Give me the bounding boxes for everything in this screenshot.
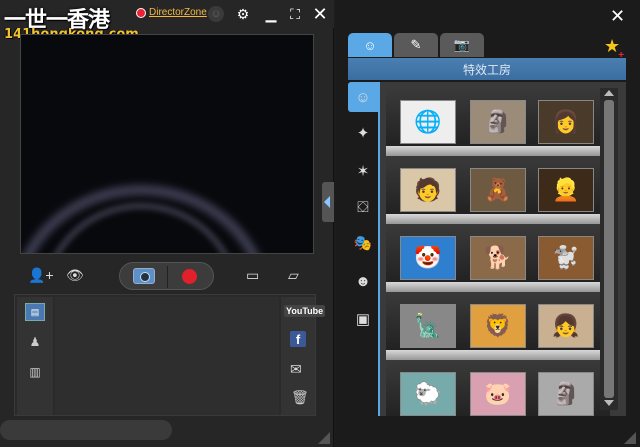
effect-thumbnail[interactable]: 👧 xyxy=(538,304,594,348)
category-magic-icon[interactable]: ✦ xyxy=(348,118,378,148)
effect-thumbnail[interactable]: 🐑 xyxy=(400,372,456,416)
scroll-down-icon[interactable] xyxy=(604,400,614,406)
share-bar: YouTube f ✉ 🗑 xyxy=(281,297,326,415)
category-emoticon-icon[interactable]: ☻ xyxy=(348,266,378,296)
effect-thumbnail[interactable]: 🗿 xyxy=(470,100,526,144)
close-icon[interactable]: ✕ xyxy=(311,4,329,24)
effect-thumbnail[interactable]: 🦁 xyxy=(470,304,526,348)
effects-studio-title: 特效工房 xyxy=(348,58,626,80)
shelf-grid: 🌐 🗿 👩 🧑 🧸 👱 🤡 🐕 🐩 🗽 🦁 👧 🐑 🐷 🗿 xyxy=(386,88,610,416)
minimize-icon[interactable]: ▁ xyxy=(262,5,280,23)
capture-controls xyxy=(119,262,214,290)
directorzone-label: DirectorZone xyxy=(149,7,207,18)
account-icon[interactable]: ☺ xyxy=(208,6,224,22)
effect-thumbnail[interactable]: 👱 xyxy=(538,168,594,212)
eraser-icon[interactable]: ▱ xyxy=(288,266,299,284)
effect-thumbnail[interactable]: 🌐 xyxy=(400,100,456,144)
effect-thumbnail[interactable]: 🤡 xyxy=(400,236,456,280)
category-screen-icon[interactable]: ▣ xyxy=(348,304,378,334)
effects-resize-grip[interactable] xyxy=(624,432,636,444)
app-root: 一世一香港 141hongkong.com DirectorZone ☺ ⚙ ▁… xyxy=(0,0,640,447)
facebook-icon[interactable]: f xyxy=(290,331,306,347)
mail-icon[interactable]: ✉ xyxy=(290,361,302,378)
media-tray: ▤ ♟ ▥ YouTube f ✉ 🗑 xyxy=(14,294,326,416)
category-face-icon[interactable]: ☺ xyxy=(348,82,378,112)
tab-effects[interactable]: ☺ xyxy=(348,33,392,57)
effect-thumbnail[interactable]: 👩 xyxy=(538,100,594,144)
eye-icon[interactable]: 👁 xyxy=(66,266,84,284)
favorite-add-icon[interactable]: ★ xyxy=(604,36,624,61)
filmstrip-icon[interactable]: ▥ xyxy=(25,363,45,381)
horizontal-scrollbar[interactable] xyxy=(0,420,172,440)
scroll-thumb[interactable] xyxy=(604,100,614,398)
shelf-row: 🗽 🦁 👧 xyxy=(386,292,610,362)
category-mask-icon[interactable]: 🎭 xyxy=(348,228,378,258)
effects-close-icon[interactable]: ✕ xyxy=(610,6,625,27)
effect-thumbnail[interactable]: 🗿 xyxy=(538,372,594,416)
effect-thumbnail[interactable]: 🧑 xyxy=(400,168,456,212)
effect-thumbnail[interactable]: 🐷 xyxy=(470,372,526,416)
effects-scrollbar[interactable] xyxy=(600,88,618,410)
effect-thumbnail[interactable]: 🐩 xyxy=(538,236,594,280)
effect-thumbnail[interactable]: 🐕 xyxy=(470,236,526,280)
add-user-icon[interactable]: 👤+ xyxy=(28,266,54,284)
camera-preview xyxy=(20,34,314,254)
title-bar: 一世一香港 141hongkong.com DirectorZone ☺ ⚙ ▁… xyxy=(0,0,334,42)
maximize-icon[interactable]: ⛶ xyxy=(286,5,304,23)
shelf-row: 🤡 🐕 🐩 xyxy=(386,224,610,294)
shelf-row: 🌐 🗿 👩 xyxy=(386,88,610,158)
webcam-panel: 一世一香港 141hongkong.com DirectorZone ☺ ⚙ ▁… xyxy=(0,0,334,447)
person-icon[interactable]: ♟ xyxy=(25,333,45,351)
tab-camera[interactable]: 📷 xyxy=(440,33,484,57)
shelf-row: 🧑 🧸 👱 xyxy=(386,156,610,226)
monitor-icon[interactable]: ▭ xyxy=(246,266,259,284)
trash-icon[interactable]: 🗑 xyxy=(291,389,309,406)
resize-grip[interactable] xyxy=(318,432,330,444)
tab-draw[interactable]: ✎ xyxy=(394,33,438,57)
gear-icon[interactable]: ⚙ xyxy=(234,5,252,23)
shelf-row: 🐑 🐷 🗿 xyxy=(386,360,610,416)
category-splash-icon[interactable]: ✶ xyxy=(348,156,378,186)
effects-shelf: 🌐 🗿 👩 🧑 🧸 👱 🤡 🐕 🐩 🗽 🦁 👧 🐑 🐷 🗿 xyxy=(378,82,626,416)
directorzone-icon xyxy=(136,7,146,18)
youtube-icon[interactable]: YouTube xyxy=(284,305,326,317)
collapse-panel-handle[interactable] xyxy=(322,182,334,222)
directorzone-link[interactable]: DirectorZone xyxy=(136,7,207,18)
effect-thumbnail[interactable]: 🗽 xyxy=(400,304,456,348)
effects-category-bar: ☺ ✦ ✶ ⛋ 🎭 ☻ ▣ xyxy=(348,82,378,416)
scroll-up-icon[interactable] xyxy=(604,90,614,96)
capture-divider xyxy=(167,266,168,288)
media-list xyxy=(55,297,279,415)
effect-thumbnail[interactable]: 🧸 xyxy=(470,168,526,212)
record-button[interactable] xyxy=(182,269,197,284)
category-frame-icon[interactable]: ⛋ xyxy=(348,192,378,222)
photo-mode-icon[interactable]: ▤ xyxy=(25,303,45,321)
tray-mode-bar: ▤ ♟ ▥ xyxy=(17,297,53,415)
snapshot-button[interactable] xyxy=(133,268,155,284)
